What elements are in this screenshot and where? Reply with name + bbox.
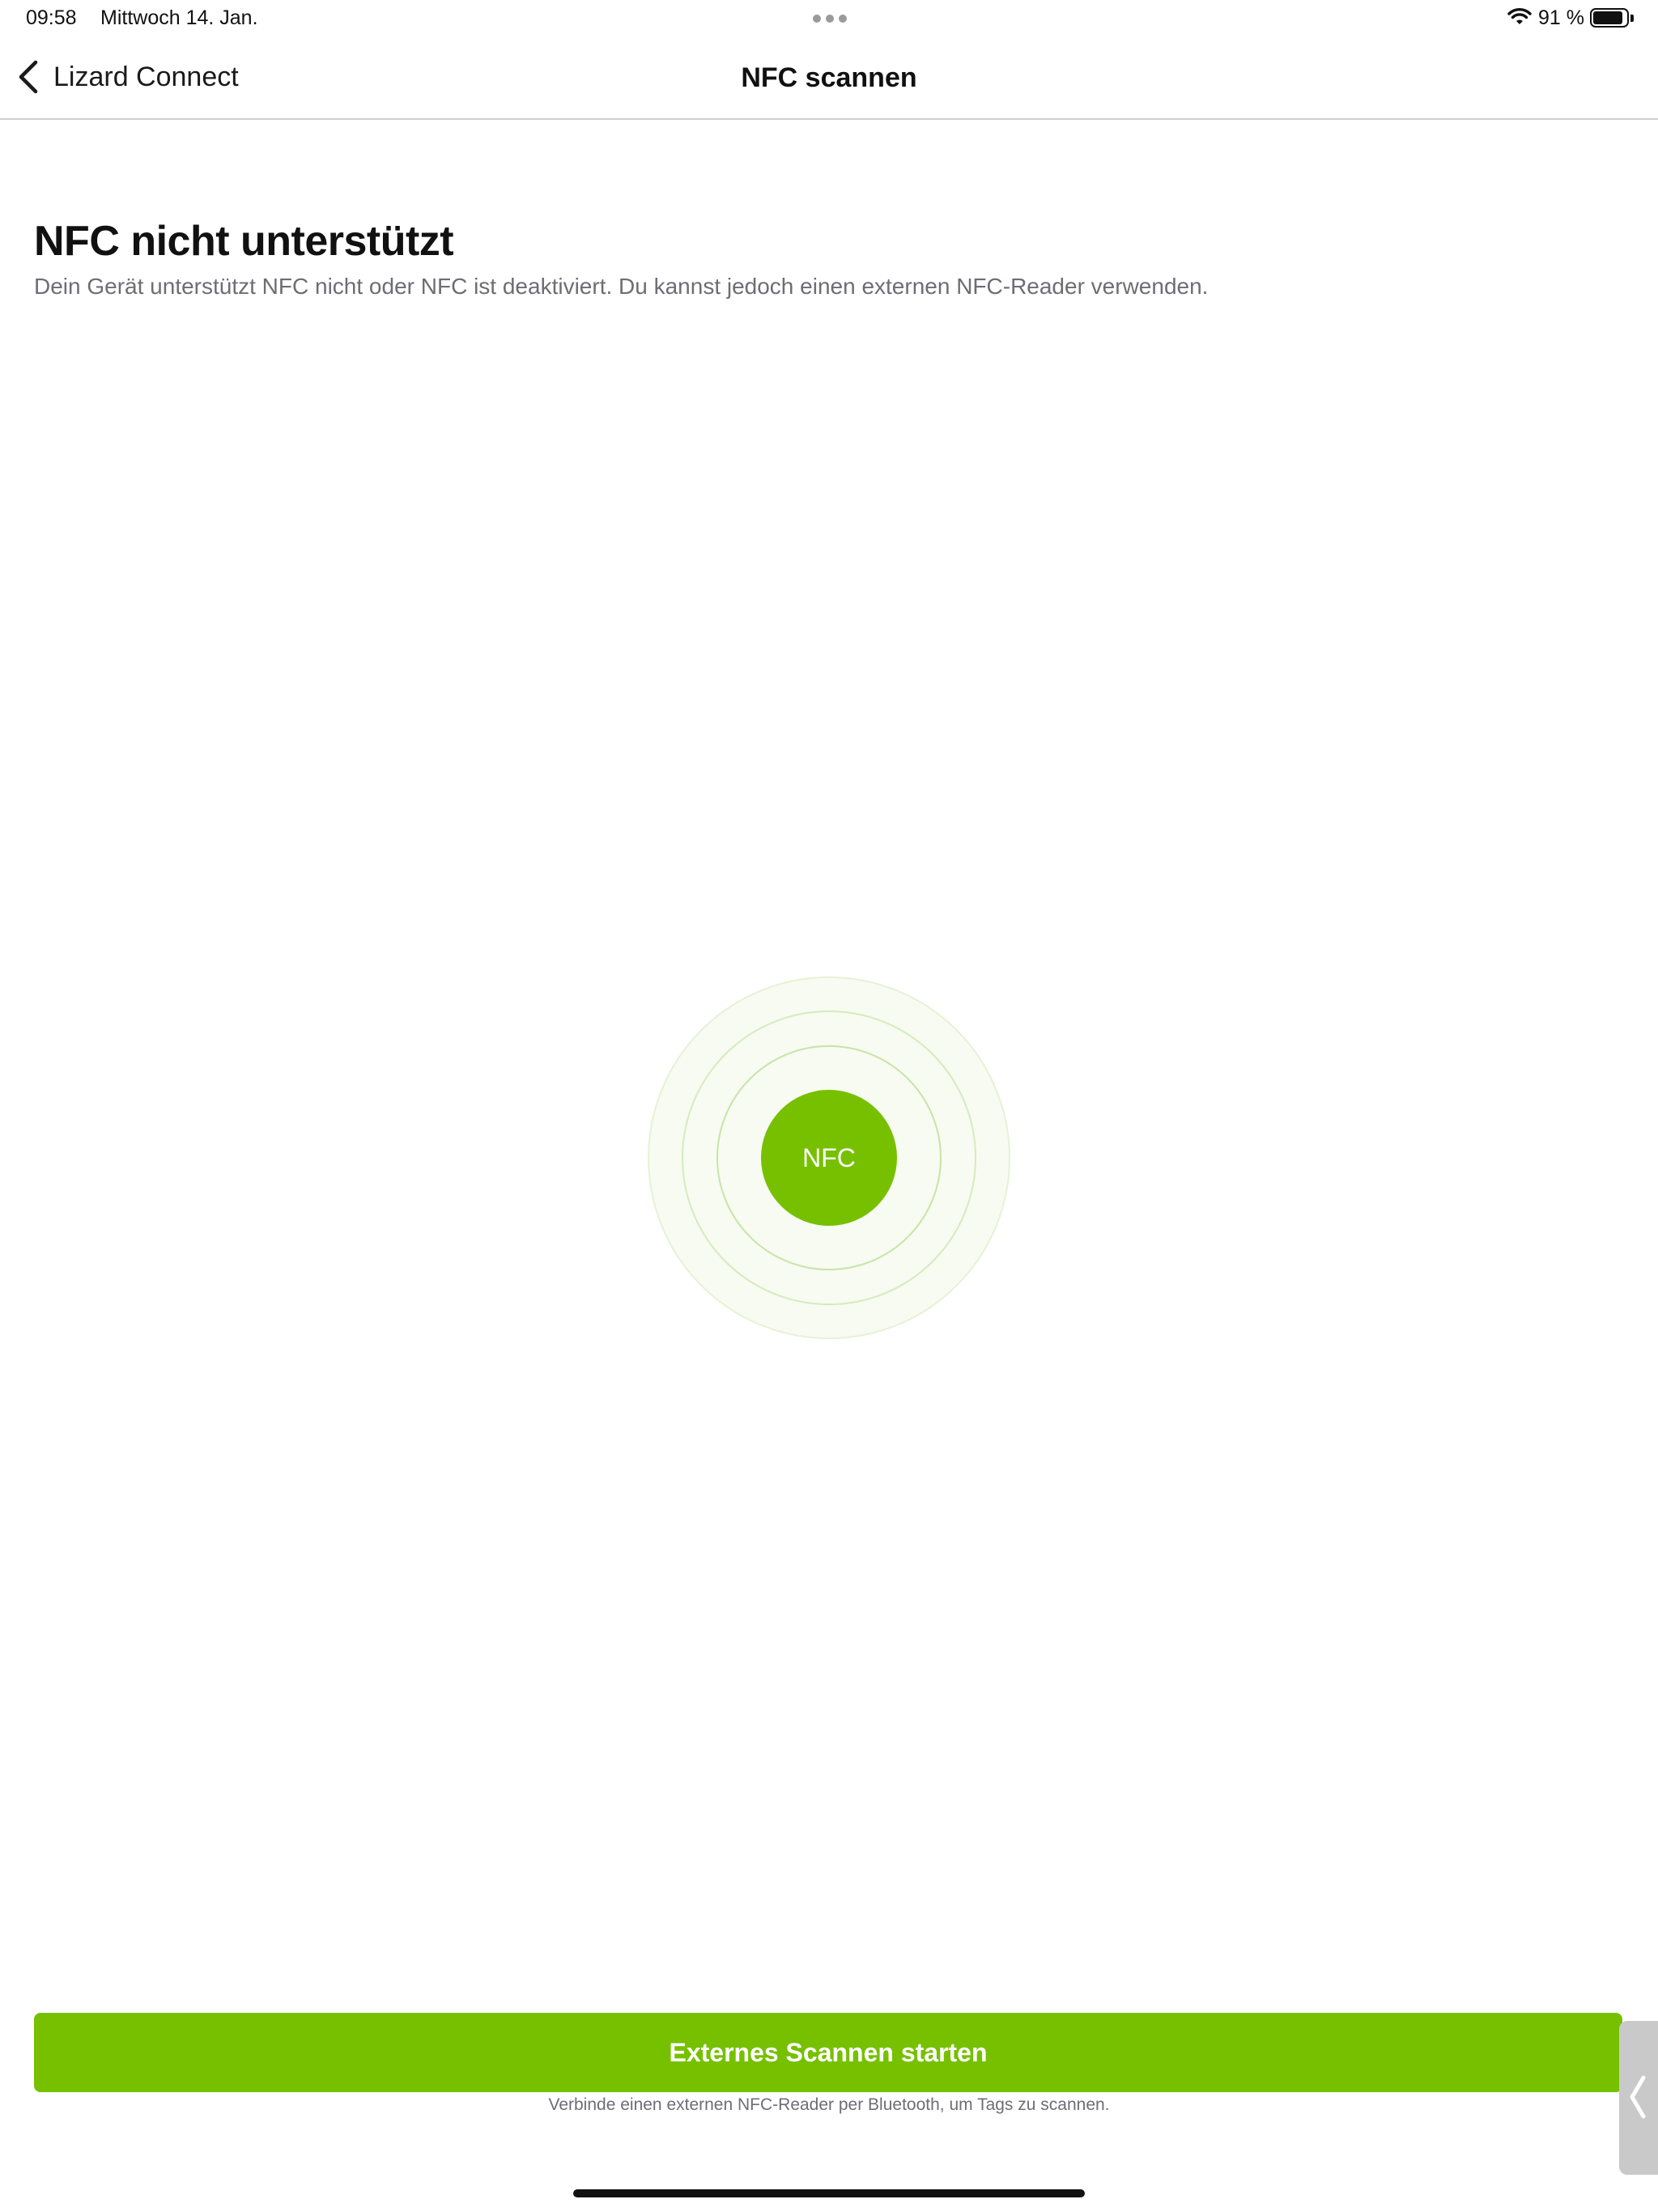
navigation-bar: Lizard Connect NFC scannen [0, 39, 1658, 120]
side-panel-handle[interactable] [1619, 2021, 1658, 2175]
wifi-icon [1507, 8, 1532, 24]
nfc-badge: NFC [761, 1090, 897, 1226]
chevron-left-icon [1630, 2075, 1646, 2119]
page-title: NFC nicht unterstützt [34, 218, 454, 265]
page-description: Dein Gerät unterstützt NFC nicht oder NF… [34, 274, 1209, 299]
status-date: Mittwoch 14. Jan. [100, 6, 258, 29]
nfc-scan-graphic: NFC [648, 976, 1010, 1339]
status-time: 09:58 [26, 6, 77, 29]
status-bar: 09:58 Mittwoch 14. Jan. 91 % [0, 0, 1658, 39]
home-indicator[interactable] [573, 2189, 1085, 2197]
start-external-scan-button[interactable]: Externes Scannen starten [34, 2013, 1622, 2092]
battery-percent: 91 % [1538, 6, 1584, 29]
hint-text: Verbinde einen externen NFC-Reader per B… [548, 2095, 1110, 2114]
more-dots-icon[interactable] [813, 15, 847, 23]
nav-title: NFC scannen [741, 62, 917, 93]
battery-icon [1590, 8, 1635, 29]
